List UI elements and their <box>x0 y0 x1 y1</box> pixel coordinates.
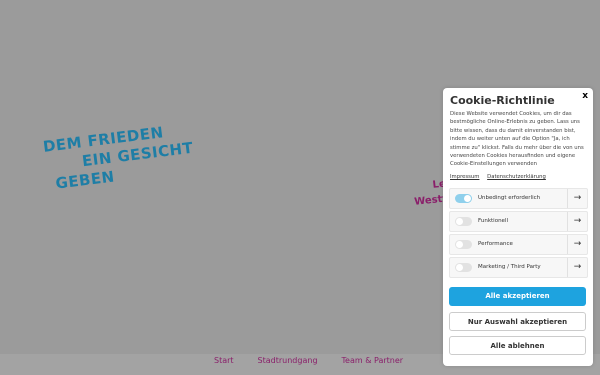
toggle-knob <box>464 195 471 202</box>
cookie-links: Impressum Datenschutzerklärung <box>450 174 552 180</box>
arrow-right-icon[interactable]: → <box>567 258 587 277</box>
nav-link-team-partner[interactable]: Team & Partner <box>342 356 404 365</box>
reject-all-button[interactable]: Alle ablehnen <box>449 336 586 355</box>
category-label: Funktionell <box>478 218 508 224</box>
cookie-description: Diese Website verwendet Cookies, um dir … <box>450 111 584 168</box>
nav-link-stadtrundgang[interactable]: Stadtrundgang <box>258 356 318 365</box>
toggle-functional[interactable] <box>455 217 472 226</box>
toggle-performance[interactable] <box>455 240 472 249</box>
category-marketing: Marketing / Third Party → <box>449 257 588 278</box>
accept-all-button[interactable]: Alle akzeptieren <box>449 287 586 306</box>
hero-title: DEM FRIEDEN EIN GESICHT GEBEN <box>42 120 197 195</box>
toggle-knob <box>456 241 463 248</box>
arrow-right-icon[interactable]: → <box>567 235 587 254</box>
cookie-dialog: x Cookie-Richtlinie Diese Website verwen… <box>443 88 593 366</box>
category-label: Unbedingt erforderlich <box>478 195 541 201</box>
impressum-link[interactable]: Impressum <box>450 174 479 180</box>
category-necessary: Unbedingt erforderlich → <box>449 188 588 209</box>
category-label: Performance <box>478 241 513 247</box>
accept-selection-button[interactable]: Nur Auswahl akzeptieren <box>449 312 586 331</box>
footer-nav: Start Stadtrundgang Team & Partner <box>214 356 403 365</box>
toggle-knob <box>456 218 463 225</box>
toggle-necessary[interactable] <box>455 194 472 203</box>
toggle-knob <box>456 264 463 271</box>
category-performance: Performance → <box>449 234 588 255</box>
toggle-marketing[interactable] <box>455 263 472 272</box>
datenschutz-link[interactable]: Datenschutzerklärung <box>487 174 546 180</box>
category-functional: Funktionell → <box>449 211 588 232</box>
nav-link-start[interactable]: Start <box>214 356 234 365</box>
cookie-title: Cookie-Richtlinie <box>450 94 555 107</box>
arrow-right-icon[interactable]: → <box>567 212 587 231</box>
close-button[interactable]: x <box>582 91 588 101</box>
category-label: Marketing / Third Party <box>478 264 541 270</box>
arrow-right-icon[interactable]: → <box>567 189 587 208</box>
